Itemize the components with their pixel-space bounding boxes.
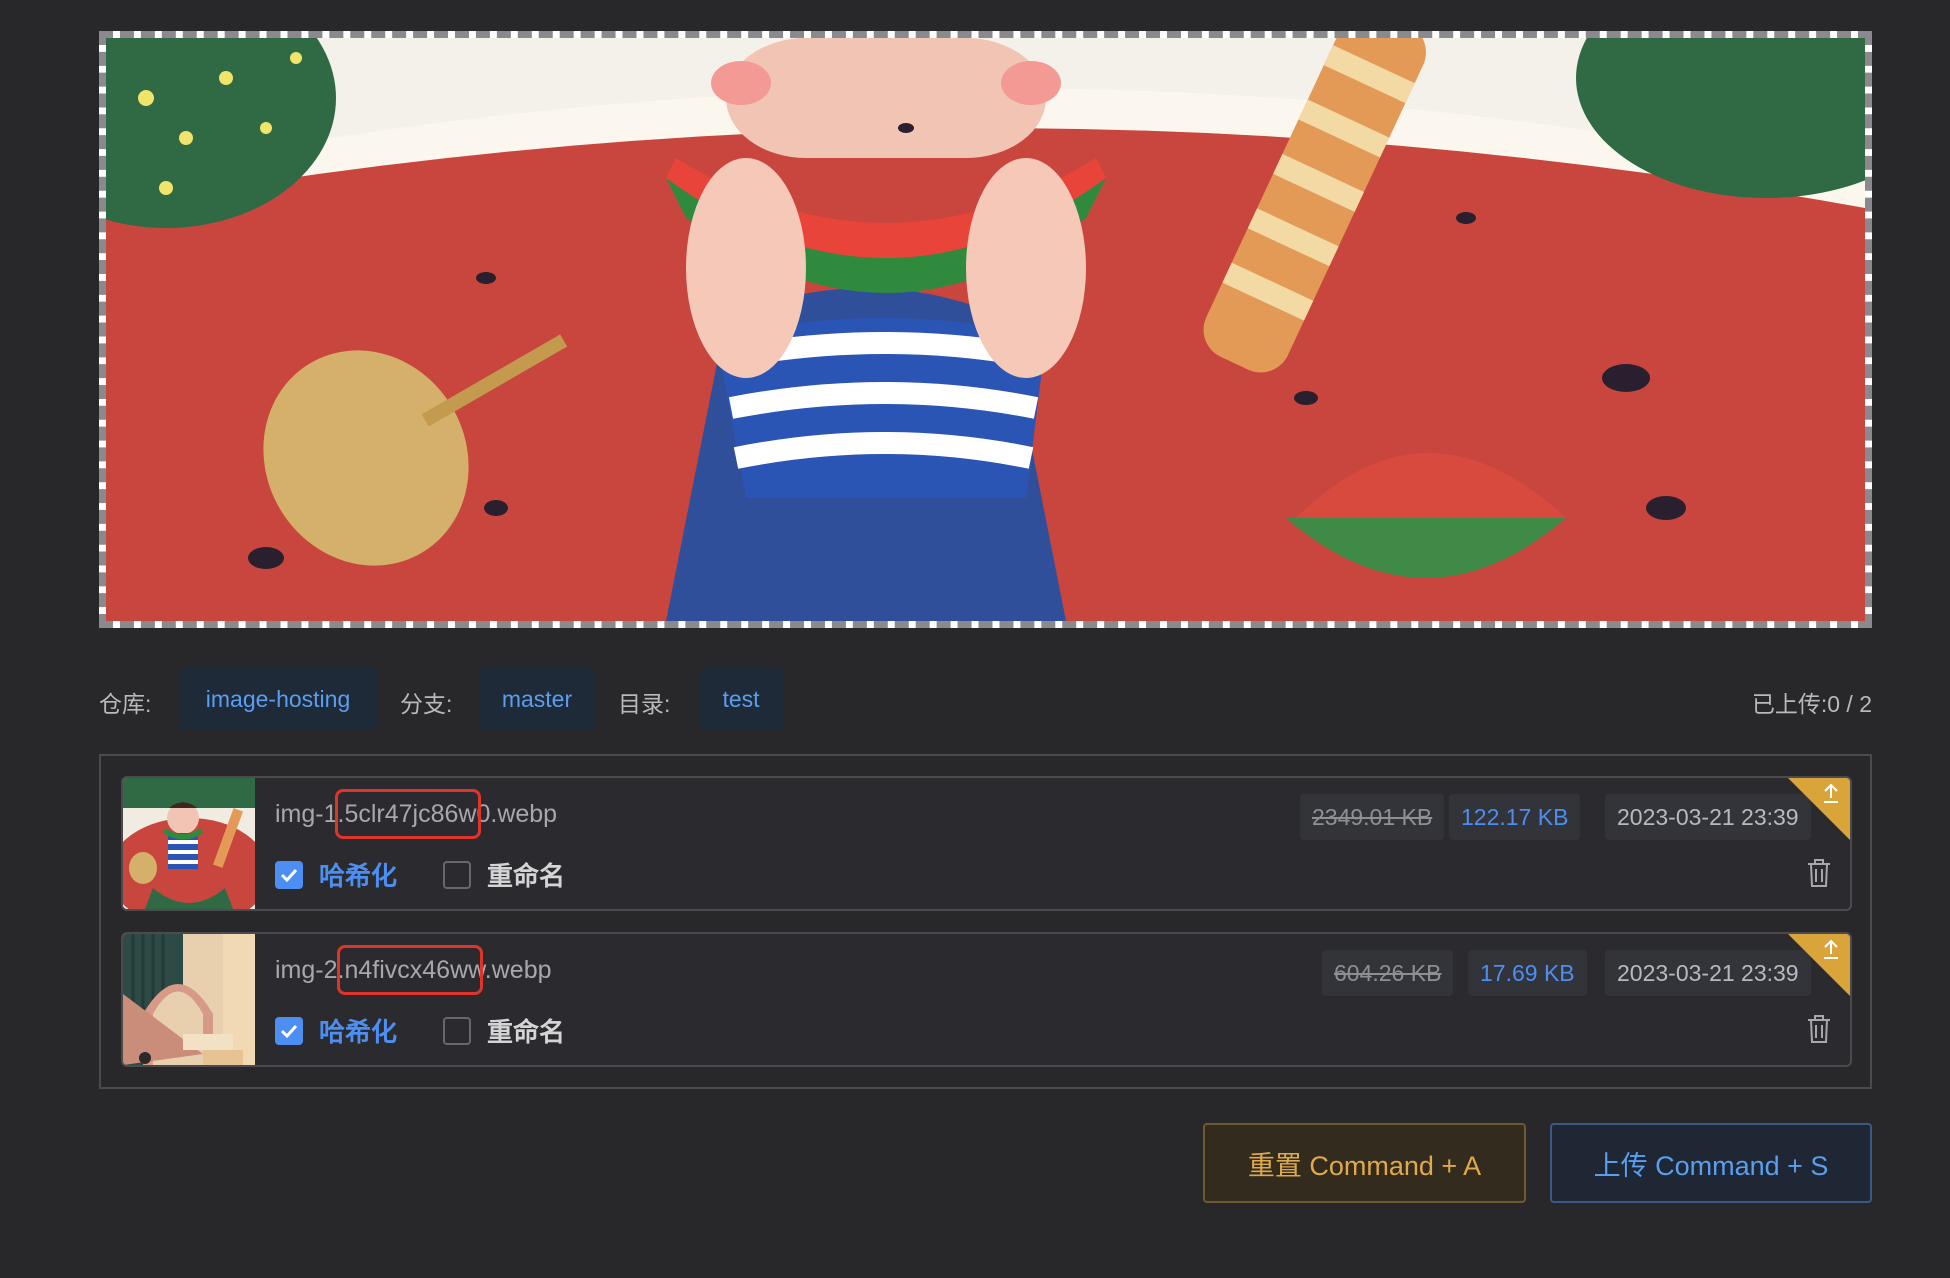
hash-label: 哈希化 [319,1017,398,1047]
repo-tag[interactable]: image-hosting [179,668,377,730]
upload-date: 2023-03-21 23:39 [1605,950,1811,996]
compressed-size: 122.17 KB [1449,794,1581,840]
image-preview [99,31,1872,628]
repo-label: 仓库: [99,691,152,717]
hash-option[interactable]: 哈希化 [275,1012,397,1049]
original-size: 2349.01 KB [1300,794,1445,840]
rename-option[interactable]: 重命名 [443,856,565,893]
reset-button[interactable]: 重置 Command + A [1203,1123,1526,1203]
hash-highlight-box [335,789,481,839]
rename-label: 重命名 [487,861,566,891]
upload-icon[interactable] [1788,934,1850,996]
file-thumbnail [123,934,255,1065]
file-item: img-1.5clr47jc86w0.webp 哈希化 重命名 2349.01 … [121,776,1852,911]
file-list: img-1.5clr47jc86w0.webp 哈希化 重命名 2349.01 … [99,754,1872,1089]
upload-date: 2023-03-21 23:39 [1605,794,1811,840]
trash-icon[interactable] [1806,1014,1832,1044]
hash-highlight-box [337,945,483,995]
repo-info-bar: 仓库: image-hosting 分支: master 目录: test 已上… [99,668,1872,730]
upload-button[interactable]: 上传 Command + S [1550,1123,1872,1203]
hash-option[interactable]: 哈希化 [275,856,397,893]
file-thumbnail [123,778,255,909]
dir-tag[interactable]: test [699,668,783,730]
dir-label: 目录: [618,691,671,717]
rename-option[interactable]: 重命名 [443,1012,565,1049]
rename-checkbox[interactable] [443,1016,471,1045]
hash-checkbox[interactable] [275,860,303,889]
watermelon-illustration [106,38,1865,621]
hash-checkbox[interactable] [275,1016,303,1045]
original-size: 604.26 KB [1322,950,1454,996]
hash-label: 哈希化 [319,861,398,891]
upload-status: 已上传:0 / 2 [1751,691,1872,717]
branch-tag[interactable]: master [479,668,595,730]
file-item: img-2.n4fivcx46ww.webp 哈希化 重命名 604.26 KB… [121,932,1852,1067]
upload-icon[interactable] [1788,778,1850,840]
compressed-size: 17.69 KB [1468,950,1587,996]
rename-label: 重命名 [487,1017,566,1047]
branch-label: 分支: [400,691,453,717]
check-icon [280,868,298,882]
rename-checkbox[interactable] [443,860,471,889]
trash-icon[interactable] [1806,858,1832,888]
check-icon [280,1024,298,1038]
